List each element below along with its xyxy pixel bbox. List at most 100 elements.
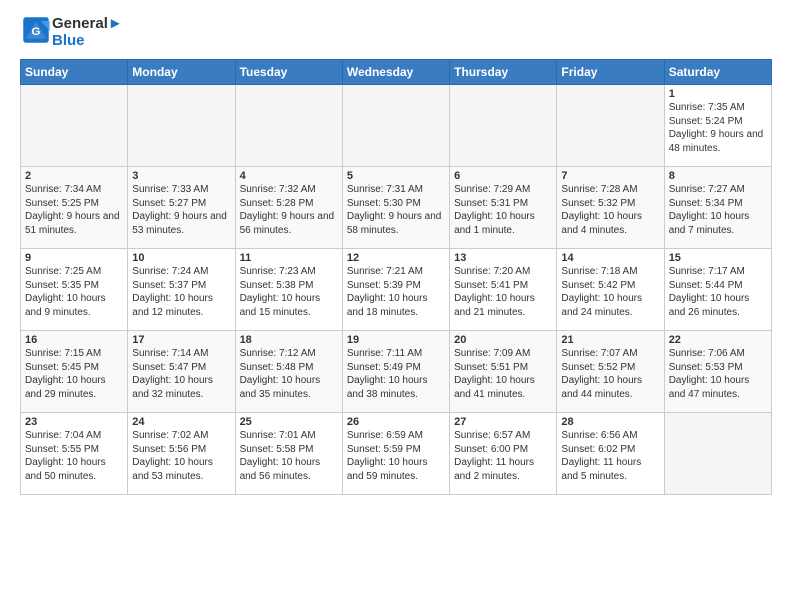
calendar-table: SundayMondayTuesdayWednesdayThursdayFrid… bbox=[20, 59, 772, 495]
day-cell bbox=[450, 85, 557, 167]
day-info: Sunrise: 7:28 AM Sunset: 5:32 PM Dayligh… bbox=[561, 183, 659, 237]
week-row-2: 2Sunrise: 7:34 AM Sunset: 5:25 PM Daylig… bbox=[21, 167, 772, 249]
day-info: Sunrise: 7:32 AM Sunset: 5:28 PM Dayligh… bbox=[240, 183, 338, 237]
day-number: 13 bbox=[454, 252, 552, 264]
day-cell: 6Sunrise: 7:29 AM Sunset: 5:31 PM Daylig… bbox=[450, 167, 557, 249]
weekday-header-row: SundayMondayTuesdayWednesdayThursdayFrid… bbox=[21, 60, 772, 85]
weekday-header-tuesday: Tuesday bbox=[235, 60, 342, 85]
week-row-4: 16Sunrise: 7:15 AM Sunset: 5:45 PM Dayli… bbox=[21, 331, 772, 413]
day-number: 14 bbox=[561, 252, 659, 264]
day-number: 18 bbox=[240, 334, 338, 346]
day-info: Sunrise: 7:04 AM Sunset: 5:55 PM Dayligh… bbox=[25, 429, 123, 483]
day-info: Sunrise: 7:12 AM Sunset: 5:48 PM Dayligh… bbox=[240, 347, 338, 401]
day-number: 11 bbox=[240, 252, 338, 264]
day-cell: 1Sunrise: 7:35 AM Sunset: 5:24 PM Daylig… bbox=[664, 85, 771, 167]
weekday-header-friday: Friday bbox=[557, 60, 664, 85]
day-number: 19 bbox=[347, 334, 445, 346]
day-info: Sunrise: 7:25 AM Sunset: 5:35 PM Dayligh… bbox=[25, 265, 123, 319]
day-cell: 15Sunrise: 7:17 AM Sunset: 5:44 PM Dayli… bbox=[664, 249, 771, 331]
logo-name-line2: Blue bbox=[52, 33, 123, 50]
week-row-5: 23Sunrise: 7:04 AM Sunset: 5:55 PM Dayli… bbox=[21, 413, 772, 495]
day-info: Sunrise: 6:57 AM Sunset: 6:00 PM Dayligh… bbox=[454, 429, 552, 483]
day-cell: 7Sunrise: 7:28 AM Sunset: 5:32 PM Daylig… bbox=[557, 167, 664, 249]
day-info: Sunrise: 6:56 AM Sunset: 6:02 PM Dayligh… bbox=[561, 429, 659, 483]
day-cell: 19Sunrise: 7:11 AM Sunset: 5:49 PM Dayli… bbox=[342, 331, 449, 413]
day-info: Sunrise: 7:29 AM Sunset: 5:31 PM Dayligh… bbox=[454, 183, 552, 237]
day-info: Sunrise: 7:35 AM Sunset: 5:24 PM Dayligh… bbox=[669, 101, 767, 155]
week-row-1: 1Sunrise: 7:35 AM Sunset: 5:24 PM Daylig… bbox=[21, 85, 772, 167]
day-cell bbox=[128, 85, 235, 167]
day-number: 27 bbox=[454, 416, 552, 428]
day-cell: 9Sunrise: 7:25 AM Sunset: 5:35 PM Daylig… bbox=[21, 249, 128, 331]
day-cell: 26Sunrise: 6:59 AM Sunset: 5:59 PM Dayli… bbox=[342, 413, 449, 495]
day-cell: 21Sunrise: 7:07 AM Sunset: 5:52 PM Dayli… bbox=[557, 331, 664, 413]
day-info: Sunrise: 7:24 AM Sunset: 5:37 PM Dayligh… bbox=[132, 265, 230, 319]
day-cell: 8Sunrise: 7:27 AM Sunset: 5:34 PM Daylig… bbox=[664, 167, 771, 249]
day-cell: 25Sunrise: 7:01 AM Sunset: 5:58 PM Dayli… bbox=[235, 413, 342, 495]
day-info: Sunrise: 7:11 AM Sunset: 5:49 PM Dayligh… bbox=[347, 347, 445, 401]
day-cell bbox=[557, 85, 664, 167]
day-info: Sunrise: 7:31 AM Sunset: 5:30 PM Dayligh… bbox=[347, 183, 445, 237]
logo-icon: G bbox=[22, 16, 50, 44]
weekday-header-saturday: Saturday bbox=[664, 60, 771, 85]
day-number: 7 bbox=[561, 170, 659, 182]
day-cell: 18Sunrise: 7:12 AM Sunset: 5:48 PM Dayli… bbox=[235, 331, 342, 413]
day-number: 17 bbox=[132, 334, 230, 346]
day-info: Sunrise: 7:20 AM Sunset: 5:41 PM Dayligh… bbox=[454, 265, 552, 319]
day-number: 22 bbox=[669, 334, 767, 346]
logo: G General► Blue bbox=[20, 16, 123, 49]
day-info: Sunrise: 7:27 AM Sunset: 5:34 PM Dayligh… bbox=[669, 183, 767, 237]
day-number: 1 bbox=[669, 88, 767, 100]
day-number: 26 bbox=[347, 416, 445, 428]
day-cell: 10Sunrise: 7:24 AM Sunset: 5:37 PM Dayli… bbox=[128, 249, 235, 331]
day-number: 9 bbox=[25, 252, 123, 264]
day-cell: 24Sunrise: 7:02 AM Sunset: 5:56 PM Dayli… bbox=[128, 413, 235, 495]
day-info: Sunrise: 7:06 AM Sunset: 5:53 PM Dayligh… bbox=[669, 347, 767, 401]
day-cell: 4Sunrise: 7:32 AM Sunset: 5:28 PM Daylig… bbox=[235, 167, 342, 249]
header: G General► Blue bbox=[20, 16, 772, 49]
day-info: Sunrise: 7:33 AM Sunset: 5:27 PM Dayligh… bbox=[132, 183, 230, 237]
day-info: Sunrise: 7:07 AM Sunset: 5:52 PM Dayligh… bbox=[561, 347, 659, 401]
day-number: 10 bbox=[132, 252, 230, 264]
day-cell: 22Sunrise: 7:06 AM Sunset: 5:53 PM Dayli… bbox=[664, 331, 771, 413]
week-row-3: 9Sunrise: 7:25 AM Sunset: 5:35 PM Daylig… bbox=[21, 249, 772, 331]
day-cell: 28Sunrise: 6:56 AM Sunset: 6:02 PM Dayli… bbox=[557, 413, 664, 495]
weekday-header-monday: Monday bbox=[128, 60, 235, 85]
svg-text:G: G bbox=[32, 26, 41, 38]
day-number: 12 bbox=[347, 252, 445, 264]
day-number: 21 bbox=[561, 334, 659, 346]
logo-name-line1: General► bbox=[52, 16, 123, 33]
day-cell: 27Sunrise: 6:57 AM Sunset: 6:00 PM Dayli… bbox=[450, 413, 557, 495]
day-info: Sunrise: 7:17 AM Sunset: 5:44 PM Dayligh… bbox=[669, 265, 767, 319]
day-number: 15 bbox=[669, 252, 767, 264]
day-info: Sunrise: 7:01 AM Sunset: 5:58 PM Dayligh… bbox=[240, 429, 338, 483]
day-number: 25 bbox=[240, 416, 338, 428]
day-cell: 16Sunrise: 7:15 AM Sunset: 5:45 PM Dayli… bbox=[21, 331, 128, 413]
day-info: Sunrise: 7:02 AM Sunset: 5:56 PM Dayligh… bbox=[132, 429, 230, 483]
day-number: 3 bbox=[132, 170, 230, 182]
day-number: 28 bbox=[561, 416, 659, 428]
day-cell: 23Sunrise: 7:04 AM Sunset: 5:55 PM Dayli… bbox=[21, 413, 128, 495]
day-cell: 2Sunrise: 7:34 AM Sunset: 5:25 PM Daylig… bbox=[21, 167, 128, 249]
day-cell bbox=[235, 85, 342, 167]
day-cell: 13Sunrise: 7:20 AM Sunset: 5:41 PM Dayli… bbox=[450, 249, 557, 331]
day-number: 24 bbox=[132, 416, 230, 428]
day-info: Sunrise: 7:21 AM Sunset: 5:39 PM Dayligh… bbox=[347, 265, 445, 319]
day-cell: 20Sunrise: 7:09 AM Sunset: 5:51 PM Dayli… bbox=[450, 331, 557, 413]
day-info: Sunrise: 7:14 AM Sunset: 5:47 PM Dayligh… bbox=[132, 347, 230, 401]
day-cell bbox=[21, 85, 128, 167]
day-cell bbox=[664, 413, 771, 495]
day-number: 6 bbox=[454, 170, 552, 182]
day-info: Sunrise: 6:59 AM Sunset: 5:59 PM Dayligh… bbox=[347, 429, 445, 483]
day-info: Sunrise: 7:09 AM Sunset: 5:51 PM Dayligh… bbox=[454, 347, 552, 401]
day-number: 23 bbox=[25, 416, 123, 428]
day-number: 20 bbox=[454, 334, 552, 346]
day-info: Sunrise: 7:15 AM Sunset: 5:45 PM Dayligh… bbox=[25, 347, 123, 401]
calendar-page: G General► Blue SundayMondayTuesdayWedne… bbox=[0, 0, 792, 505]
day-number: 5 bbox=[347, 170, 445, 182]
day-cell: 11Sunrise: 7:23 AM Sunset: 5:38 PM Dayli… bbox=[235, 249, 342, 331]
day-cell bbox=[342, 85, 449, 167]
day-cell: 14Sunrise: 7:18 AM Sunset: 5:42 PM Dayli… bbox=[557, 249, 664, 331]
day-number: 16 bbox=[25, 334, 123, 346]
day-cell: 5Sunrise: 7:31 AM Sunset: 5:30 PM Daylig… bbox=[342, 167, 449, 249]
